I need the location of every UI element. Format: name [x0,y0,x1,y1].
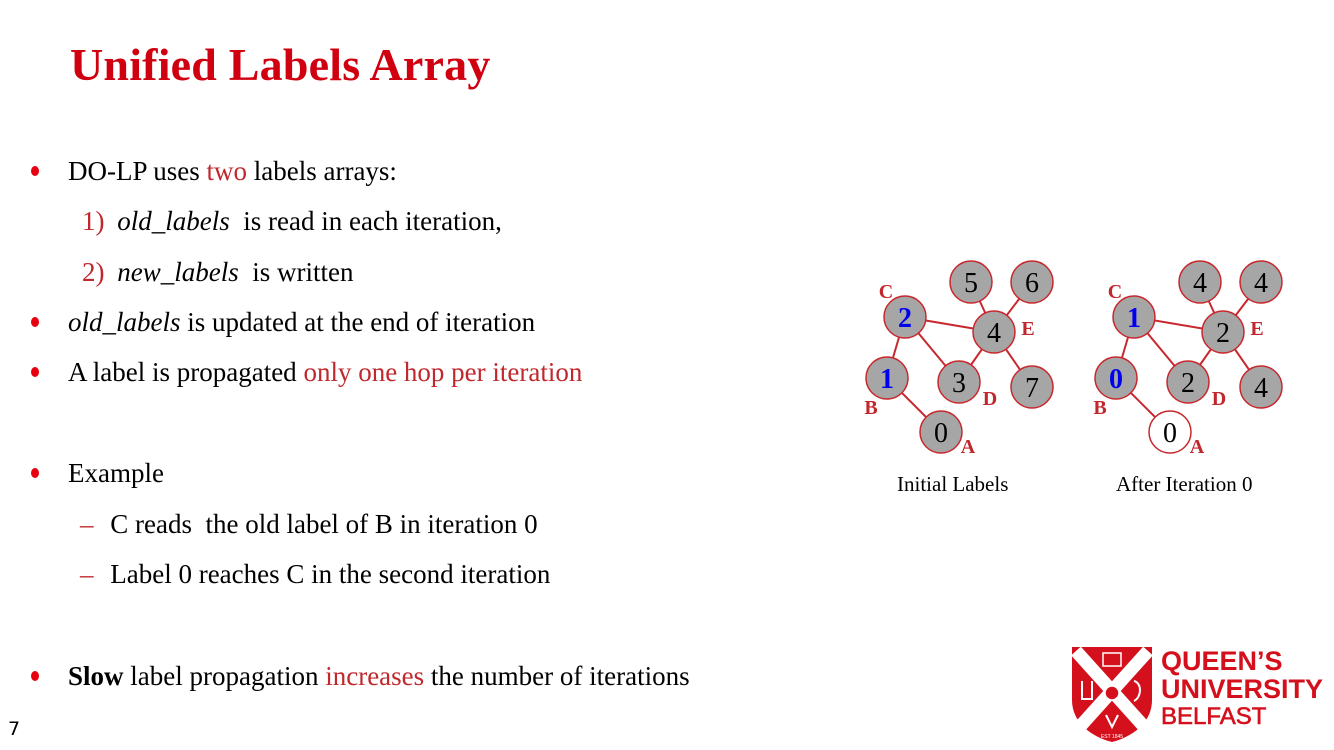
node-label: 4 [1254,373,1268,404]
dash-marker: – [80,559,94,589]
vertex-letter: D [1212,388,1226,410]
vertex-letter: B [1093,397,1106,419]
node-label: 1 [880,364,894,395]
code-term: old_labels [68,307,181,337]
node-label: 1 [1127,303,1141,334]
vertex-letter: A [961,436,976,458]
node-label: 2 [1181,368,1195,399]
dash-marker: – [80,509,94,539]
code-term: new_labels [117,257,239,287]
item-text: is written [238,257,354,287]
svg-text:EST 1845: EST 1845 [1101,734,1123,740]
bullet-dot [31,317,39,327]
node-label: 0 [1109,364,1123,395]
vertex-letter: E [1021,318,1034,340]
bullet-dot [31,367,39,377]
node-label: 6 [1025,268,1039,299]
logo-line-3: BELFAST [1161,703,1267,731]
item-number: 2) [82,257,105,287]
item-number: 1) [82,206,105,236]
bullet-two-label-arrays: DO-LP uses two labels arrays: [68,154,397,188]
sub-item-c-reads: – C reads the old label of B in iteratio… [80,507,538,541]
caption-after-iteration-0: After Iteration 0 [1116,472,1253,496]
sub-item-label-reaches: – Label 0 reaches C in the second iterat… [80,557,550,591]
highlight-text: two [206,156,248,186]
code-term: old_labels [117,206,230,236]
logo-line-2: UNIVERSITY [1161,674,1324,704]
bold-term: Slow [68,661,124,691]
node-label: 4 [1193,268,1207,299]
node-label: 0 [934,418,948,449]
bullet-example: Example [68,458,164,488]
node-label: 3 [952,368,966,399]
node-label: 0 [1163,418,1177,449]
bullet-text: A label is propagated [68,357,304,387]
item-text: is read in each iteration, [229,206,502,236]
item-text: C reads the old label of B in iteration … [110,509,538,539]
page-number: 7 [8,718,21,740]
node-label: 2 [898,303,912,334]
university-name: QUEEN’S UNIVERSITY BELFAST [1161,647,1323,731]
queens-university-belfast-logo: EST 1845 QUEEN’S UNIVERSITY BELFAST [1070,645,1323,743]
node-label: 5 [964,268,978,299]
logo-line-1: QUEEN’S [1161,646,1283,676]
vertex-letter: C [879,281,893,303]
vertex-letter: A [1190,436,1205,458]
bullet-text: labels arrays: [247,156,397,186]
bullet-dot [31,468,39,478]
node-label: 2 [1216,318,1230,349]
slide-title: Unified Labels Array [70,39,491,90]
vertex-letter: D [983,388,997,410]
bullet-text: the number of iterations [424,661,690,691]
node-label: 4 [1254,268,1268,299]
label-propagation-diagram: 012345 67ABCDE001224 44ABCDE [864,260,1283,458]
vertex-letter: B [864,397,877,419]
sub-item-new-labels: 2) new_labels is written [82,255,354,289]
vertex-letter: E [1250,318,1263,340]
bullet-slow-propagation: Slow label propagation increases the num… [68,659,690,693]
graph-panel-initial: 0 12 345 6 7 A B C D E [864,260,1054,458]
caption-initial-labels: Initial Labels [897,472,1009,496]
graph-panel-after-iteration-0: 001224 44ABCDE [1093,260,1283,458]
node-label: 4 [987,318,1001,349]
node-label: 7 [1025,373,1039,404]
bullet-dot [31,671,39,681]
highlight-text: increases [325,661,425,691]
highlight-text: only one hop per iteration [303,357,583,387]
university-crest-icon: EST 1845 [1071,646,1153,742]
item-text: Label 0 reaches C in the second iteratio… [110,559,551,589]
bullet-text: DO-LP uses [68,156,207,186]
bullet-one-hop: A label is propagated only one hop per i… [68,355,582,389]
bullet-old-labels-updated: old_labels is updated at the end of iter… [68,305,535,339]
bullet-text: is updated at the end of iteration [180,307,536,337]
vertex-letter: C [1108,281,1122,303]
sub-item-old-labels: 1) old_labels is read in each iteration, [82,204,502,238]
bullet-dot [31,166,39,176]
bullet-text: label propagation [123,661,326,691]
